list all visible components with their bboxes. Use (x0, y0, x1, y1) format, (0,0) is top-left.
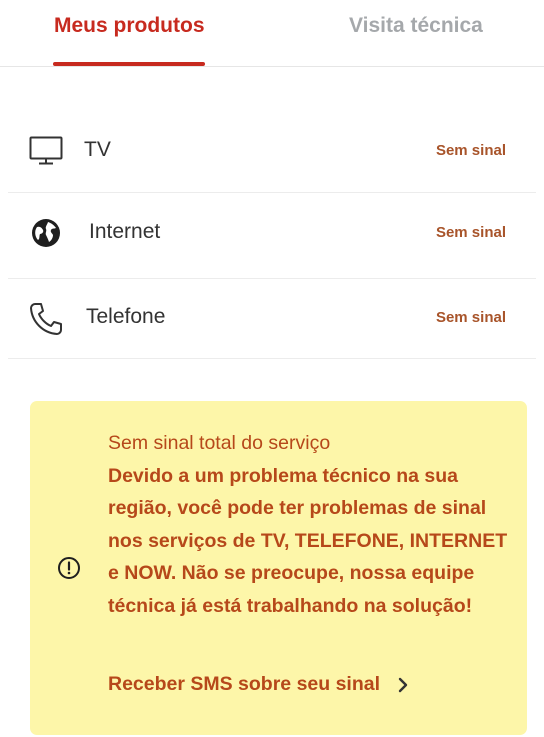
tv-icon (28, 133, 64, 169)
product-name: Internet (89, 220, 161, 243)
product-list: TV Sem sinal Internet Sem sinal Telefone… (8, 113, 536, 359)
tab-bar: Meus produtos Visita técnica (0, 0, 544, 67)
product-name: Telefone (86, 305, 166, 328)
chevron-right-icon (398, 677, 408, 692)
status-badge: Sem sinal (435, 224, 506, 241)
globe-icon (28, 215, 64, 251)
alert-body: Devido a um problema técnico na sua regi… (108, 464, 508, 617)
receive-sms-link[interactable]: Receber SMS sobre seu sinal (108, 673, 408, 696)
alert-title: Sem sinal total do serviço (108, 432, 331, 454)
product-name: TV (84, 138, 111, 161)
tab-visita-tecnica[interactable]: Visita técnica (349, 14, 483, 54)
product-row-internet[interactable]: Internet Sem sinal (8, 193, 536, 279)
status-badge: Sem sinal (435, 142, 506, 159)
status-badge: Sem sinal (435, 309, 506, 326)
product-row-telefone[interactable]: Telefone Sem sinal (8, 279, 536, 359)
signal-alert: Sem sinal total do serviço Devido a um p… (30, 401, 527, 735)
product-row-tv[interactable]: TV Sem sinal (8, 113, 536, 193)
exclamation-circle-icon (57, 556, 83, 582)
active-tab-indicator (53, 62, 205, 66)
tab-meus-produtos[interactable]: Meus produtos (54, 14, 205, 54)
receive-sms-label: Receber SMS sobre seu sinal (108, 673, 381, 695)
alert-content: Sem sinal total do serviço Devido a um p… (108, 427, 508, 622)
phone-icon (28, 301, 64, 337)
